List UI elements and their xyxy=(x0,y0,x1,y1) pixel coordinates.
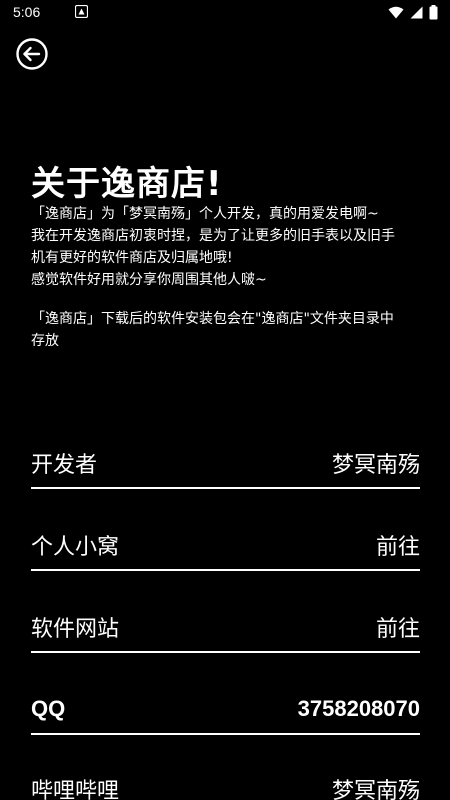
qq-row[interactable]: QQ 3758208070 xyxy=(31,688,420,730)
row-label: QQ xyxy=(31,696,66,721)
note-line: 存放 xyxy=(31,333,59,349)
back-button[interactable] xyxy=(15,37,49,71)
row-label: 开发者 xyxy=(31,453,98,478)
status-icons xyxy=(388,5,438,20)
wifi-icon xyxy=(388,6,404,19)
personal-site-row[interactable]: 个人小窝 前往 xyxy=(31,524,420,566)
intro-line: 感觉软件好用就分享你周围其他人啵~ xyxy=(31,272,267,288)
about-screen: 5:06 关于逸商店! 「逸商店」为「梦冥南殇」个人开发，真的用爱发电啊~ 我在… xyxy=(0,0,450,800)
battery-icon xyxy=(429,5,438,20)
row-label: 个人小窝 xyxy=(31,535,120,560)
divider xyxy=(31,651,420,653)
divider xyxy=(31,487,420,489)
developer-row[interactable]: 开发者 梦冥南殇 xyxy=(31,442,420,484)
row-value: 3758208070 xyxy=(297,696,420,721)
row-value: 梦冥南殇 xyxy=(331,779,420,800)
intro-line: 我在开发逸商店初衷时捏，是为了让更多的旧手表以及旧手 xyxy=(31,228,395,244)
row-value: 前往 xyxy=(375,617,420,642)
status-bar: 5:06 xyxy=(0,0,450,26)
page-title: 关于逸商店! xyxy=(31,164,223,204)
software-website-row[interactable]: 软件网站 前往 xyxy=(31,606,420,648)
intro-line: 机有更好的软件商店及归属地哦! xyxy=(31,250,233,266)
divider xyxy=(31,569,420,571)
intro-text: 「逸商店」为「梦冥南殇」个人开发，真的用爱发电啊~ 我在开发逸商店初衷时捏，是为… xyxy=(31,203,426,291)
intro-line: 「逸商店」为「梦冥南殇」个人开发，真的用爱发电啊~ xyxy=(31,206,379,222)
row-label: 软件网站 xyxy=(31,617,120,642)
bilibili-row[interactable]: 哔哩哔哩 梦冥南殇 xyxy=(31,768,420,800)
row-value: 前往 xyxy=(375,535,420,560)
divider xyxy=(31,733,420,735)
signal-icon xyxy=(410,6,423,19)
row-value: 梦冥南殇 xyxy=(331,453,420,478)
status-time: 5:06 xyxy=(13,4,41,20)
storage-note: 「逸商店」下载后的软件安装包会在"逸商店"文件夹目录中 存放 xyxy=(31,308,426,352)
row-label: 哔哩哔哩 xyxy=(31,779,120,800)
note-line: 「逸商店」下载后的软件安装包会在"逸商店"文件夹目录中 xyxy=(31,311,394,327)
notification-icon xyxy=(75,5,88,18)
back-arrow-icon xyxy=(16,38,48,70)
